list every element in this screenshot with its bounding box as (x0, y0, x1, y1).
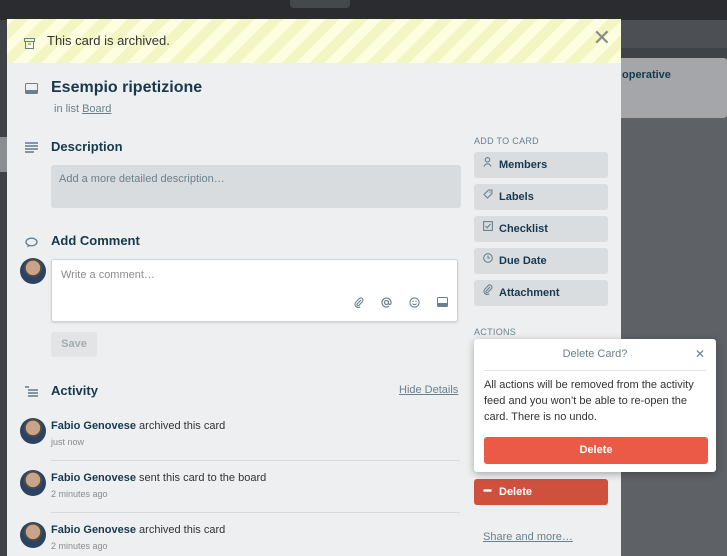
popover-title: Delete Card? (562, 348, 628, 360)
share-and-more-link[interactable]: Share and more… (483, 531, 573, 543)
popover-message: All actions will be removed from the act… (484, 379, 694, 423)
comment-toolbar (354, 297, 448, 311)
tag-icon (483, 184, 493, 210)
description-field[interactable]: Add a more detailed description… (51, 165, 461, 208)
trello-logo (290, 0, 350, 8)
avatar[interactable] (20, 522, 46, 548)
card-title[interactable]: Esempio ripetizione (51, 79, 202, 97)
description-icon (25, 140, 38, 156)
hide-details-link[interactable]: Hide Details (399, 384, 458, 396)
divider (51, 512, 460, 513)
comment-input[interactable]: Write a comment… (51, 259, 458, 322)
activity-action: archived this card (139, 524, 226, 536)
activity-user[interactable]: Fabio Genovese (51, 524, 136, 536)
card-detail-modal: This card is archived. ✕ Esempio ripetiz… (7, 19, 621, 556)
description-title: Description (51, 139, 123, 154)
clock-icon (483, 248, 493, 274)
card-icon (25, 81, 38, 97)
activity-icon (25, 384, 38, 400)
members-label: Members (499, 159, 548, 171)
list-item: Fabio Genovese archived this card just n… (51, 420, 461, 447)
background-board-area (620, 118, 727, 556)
labels-label: Labels (499, 191, 534, 203)
labels-button[interactable]: Labels (474, 184, 608, 210)
delete-label: Delete (499, 486, 533, 498)
confirm-delete-button[interactable]: Delete (484, 437, 708, 464)
avatar[interactable] (20, 470, 46, 496)
in-list-prefix: in list (54, 103, 80, 115)
activity-text: Fabio Genovese archived this card (51, 420, 461, 432)
delete-card-button[interactable]: Delete (474, 479, 608, 505)
emoji-icon[interactable] (409, 297, 420, 311)
members-button[interactable]: Members (474, 152, 608, 178)
activity-title: Activity (51, 383, 98, 398)
comment-icon (25, 235, 38, 251)
avatar[interactable] (20, 418, 46, 444)
mention-icon[interactable] (381, 297, 392, 311)
avatar[interactable] (20, 258, 46, 284)
activity-time[interactable]: 2 minutes ago (51, 541, 461, 551)
attach-icon[interactable] (354, 297, 364, 311)
board-header (0, 0, 727, 20)
add-comment-title: Add Comment (51, 233, 140, 248)
list-item: Fabio Genovese archived this card 2 minu… (51, 524, 461, 551)
activity-user[interactable]: Fabio Genovese (51, 420, 136, 432)
attachment-label: Attachment (499, 287, 560, 299)
card-link-icon[interactable] (437, 297, 448, 311)
activity-action: sent this card to the board (139, 472, 267, 484)
divider (51, 460, 460, 461)
archived-message: This card is archived. (47, 33, 170, 48)
checklist-button[interactable]: Checklist (474, 216, 608, 242)
archived-banner: This card is archived. ✕ (7, 19, 621, 63)
board-header-strip (620, 20, 727, 48)
archive-icon (24, 36, 35, 52)
save-comment-button[interactable]: Save (51, 332, 97, 357)
checklist-label: Checklist (499, 223, 548, 235)
activity-time[interactable]: just now (51, 437, 461, 447)
activity-text: Fabio Genovese archived this card (51, 524, 461, 536)
minus-icon (483, 479, 492, 505)
card-list-info: in list Board (54, 103, 111, 115)
person-icon (483, 152, 492, 178)
add-to-card-heading: ADD TO CARD (474, 136, 539, 146)
activity-time[interactable]: 2 minutes ago (51, 489, 461, 499)
comment-placeholder: Write a comment… (61, 269, 155, 281)
background-list-title: operative (622, 69, 671, 81)
paperclip-icon (483, 280, 493, 306)
due-date-label: Due Date (499, 255, 547, 267)
divider (484, 370, 706, 371)
due-date-button[interactable]: Due Date (474, 248, 608, 274)
checkbox-icon (483, 216, 493, 242)
list-item: Fabio Genovese sent this card to the boa… (51, 472, 461, 499)
attachment-button[interactable]: Attachment (474, 280, 608, 306)
actions-heading: ACTIONS (474, 327, 517, 337)
delete-card-popover: Delete Card? ✕ All actions will be remov… (474, 339, 716, 472)
popover-close-button[interactable]: ✕ (695, 347, 705, 361)
list-link[interactable]: Board (82, 103, 111, 115)
activity-user[interactable]: Fabio Genovese (51, 472, 136, 484)
activity-action: archived this card (139, 420, 226, 432)
activity-text: Fabio Genovese sent this card to the boa… (51, 472, 461, 484)
background-list (611, 58, 727, 118)
close-card-button[interactable]: ✕ (593, 27, 611, 49)
